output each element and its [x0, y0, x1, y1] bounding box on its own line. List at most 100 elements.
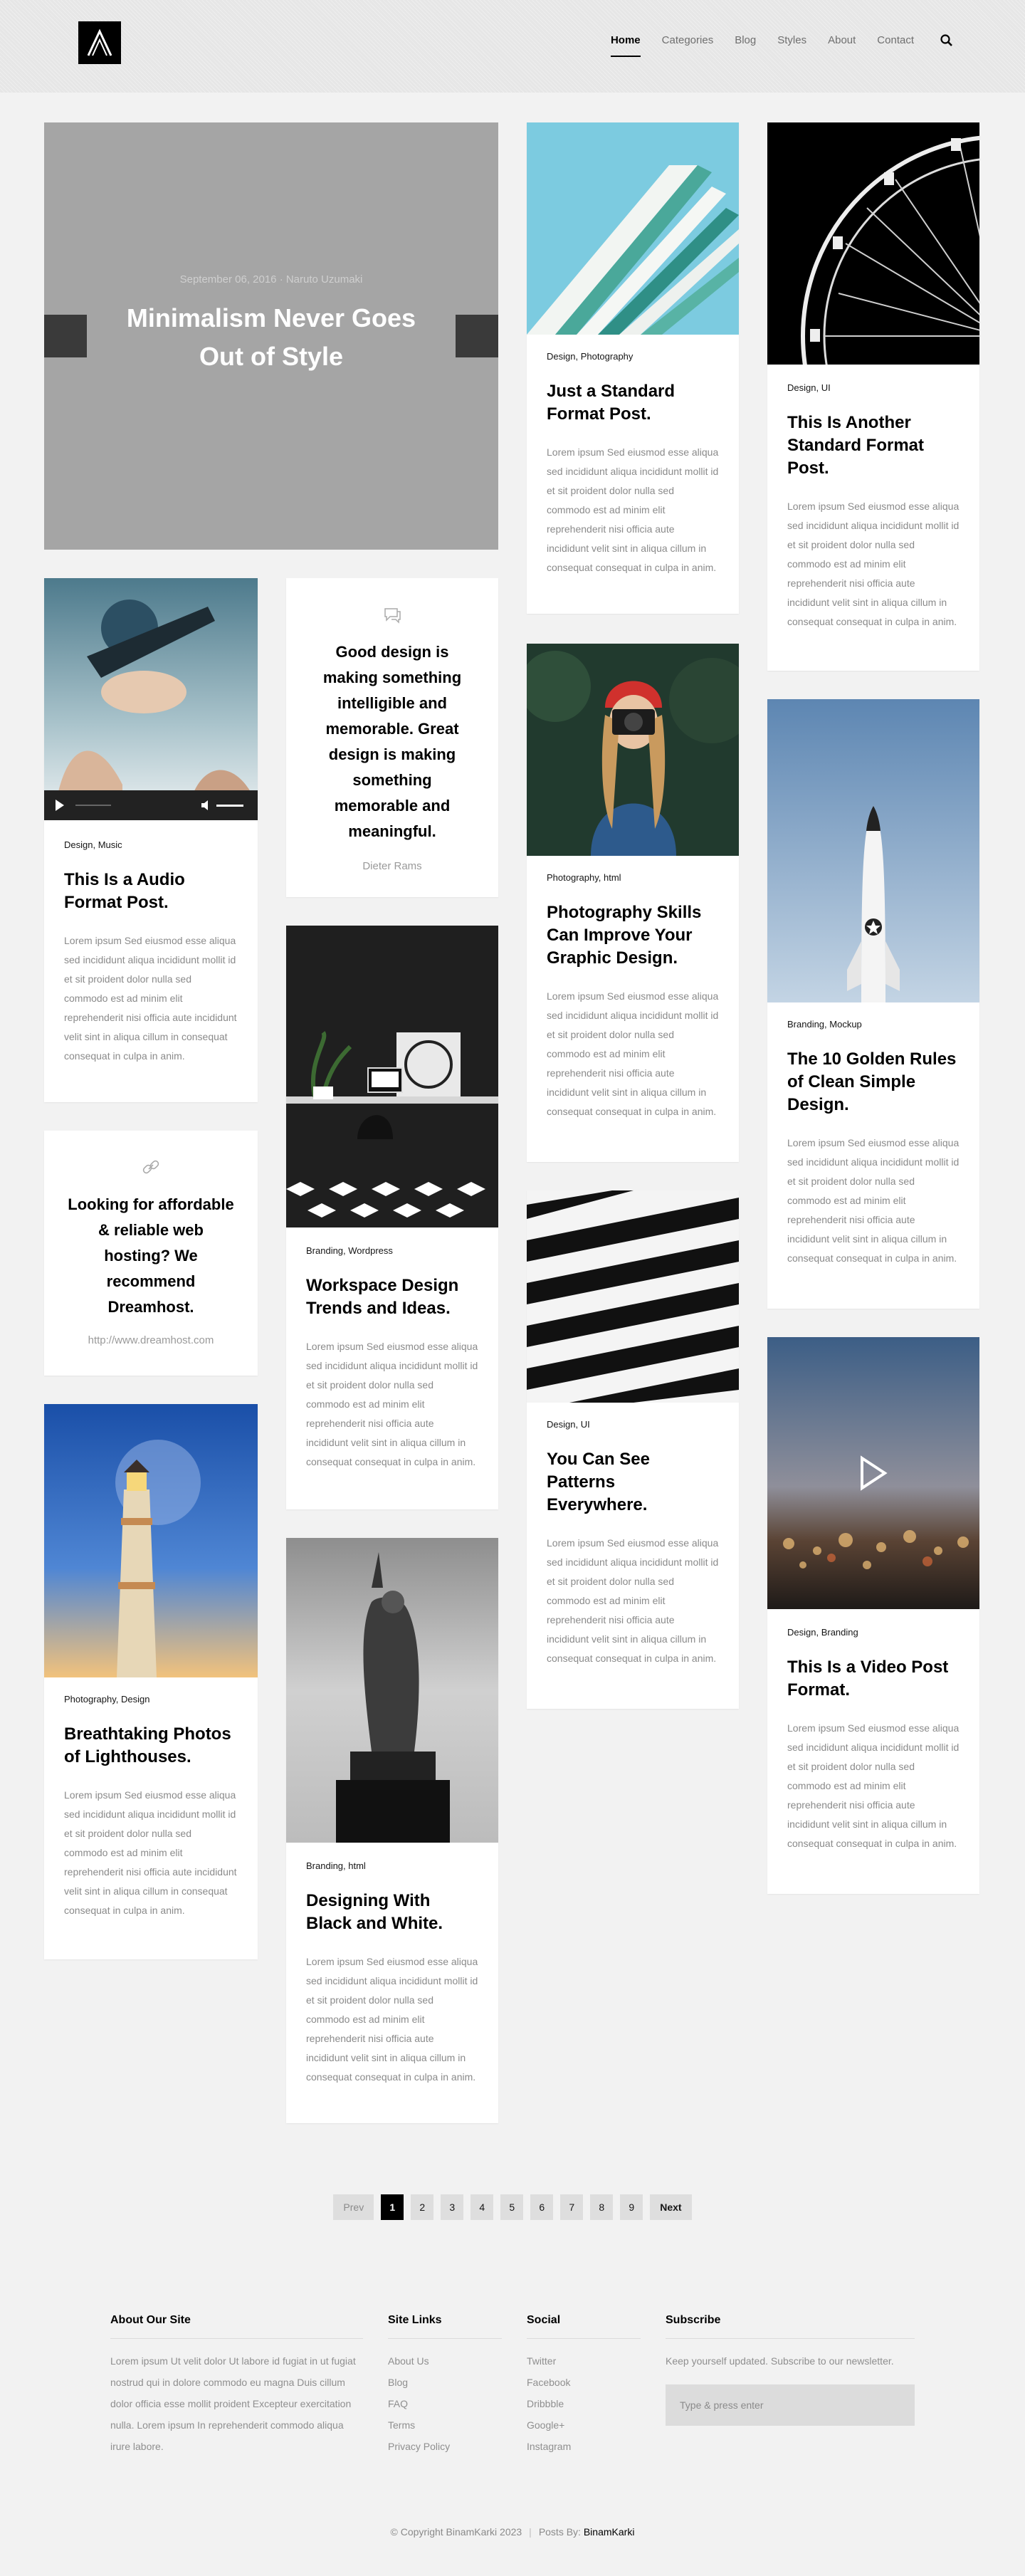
post-excerpt: Lorem ipsum Sed eiusmod esse aliqua sed … [547, 446, 719, 573]
post-card-standard[interactable]: Design, Photography Just a Standard Form… [527, 122, 739, 614]
social-link-google[interactable]: Google+ [527, 2414, 641, 2436]
pagination-page[interactable]: 8 [590, 2194, 614, 2220]
pagination-page[interactable]: 1 [381, 2194, 404, 2220]
footer-heading: Subscribe [666, 2314, 915, 2339]
nav-item-categories[interactable]: Categories [662, 31, 714, 50]
audio-player [44, 790, 258, 820]
post-card-workspace[interactable]: Branding, Wordpress Workspace Design Tre… [286, 926, 498, 1509]
main-nav: Home Categories Blog Styles About Contac… [589, 31, 954, 57]
post-categories[interactable]: Branding, html [306, 1860, 478, 1873]
post-title[interactable]: Workspace Design Trends and Ideas. [306, 1274, 478, 1320]
social-link-facebook[interactable]: Facebook [527, 2372, 641, 2393]
logo-mark-icon [87, 28, 112, 56]
post-excerpt: Lorem ipsum Sed eiusmod esse aliqua sed … [787, 1722, 960, 1849]
post-categories[interactable]: Branding, Mockup [787, 1018, 960, 1031]
footer-about-text: Lorem ipsum Ut velit dolor Ut labore id … [110, 2355, 356, 2452]
pagination-page[interactable]: 2 [411, 2194, 434, 2220]
footer-link[interactable]: Blog [388, 2372, 502, 2393]
post-excerpt: Lorem ipsum Sed eiusmod esse aliqua sed … [547, 990, 719, 1117]
site-footer: About Our Site Lorem ipsum Ut velit dolo… [0, 2264, 1025, 2576]
footer-link[interactable]: About Us [388, 2350, 502, 2372]
post-card-patterns[interactable]: Design, UI You Can See Patterns Everywhe… [527, 1190, 739, 1709]
site-logo[interactable] [78, 21, 121, 64]
photography-image [527, 644, 739, 856]
play-icon[interactable] [56, 800, 64, 811]
nav-item-home[interactable]: Home [610, 31, 641, 57]
footer-link[interactable]: FAQ [388, 2393, 502, 2414]
nav-item-styles[interactable]: Styles [777, 31, 806, 50]
post-card-another[interactable]: Design, UI This Is Another Standard Form… [767, 122, 979, 671]
copyright-text: © Copyright BinamKarki 2023 [390, 2526, 522, 2538]
post-categories[interactable]: Branding, Wordpress [306, 1245, 478, 1257]
post-categories[interactable]: Design, Photography [547, 350, 719, 363]
nav-item-contact[interactable]: Contact [877, 31, 914, 50]
footer-social: Social Twitter Facebook Dribbble Google+… [527, 2314, 641, 2457]
site-header: Home Categories Blog Styles About Contac… [0, 0, 1025, 93]
post-title[interactable]: Just a Standard Format Post. [547, 380, 719, 426]
post-card-quote[interactable]: Good design is making something intellig… [286, 578, 498, 897]
post-excerpt: Lorem ipsum Sed eiusmod esse aliqua sed … [787, 1137, 960, 1264]
pagination-page[interactable]: 5 [500, 2194, 524, 2220]
pagination-page[interactable]: 7 [560, 2194, 584, 2220]
post-excerpt: Lorem ipsum Sed eiusmod esse aliqua sed … [306, 1341, 478, 1467]
subscribe-email-input[interactable] [666, 2384, 915, 2426]
post-card-lighthouse[interactable]: Photography, Design Breathtaking Photos … [44, 1404, 258, 1959]
post-title[interactable]: This Is a Audio Format Post. [64, 869, 238, 914]
slider-next-button[interactable] [456, 315, 498, 357]
quote-icon [286, 604, 498, 629]
posts-by-label: Posts By: [538, 2526, 581, 2538]
post-card-photography[interactable]: Photography, html Photography Skills Can… [527, 644, 739, 1162]
post-categories[interactable]: Design, UI [547, 1418, 719, 1431]
featured-title[interactable]: Minimalism Never Goes Out of Style [101, 299, 441, 376]
link-url[interactable]: http://www.dreamhost.com [44, 1334, 258, 1346]
pagination-page[interactable]: 3 [441, 2194, 464, 2220]
post-title[interactable]: Designing With Black and White. [306, 1890, 478, 1935]
volume-slider[interactable] [216, 805, 243, 807]
social-link-twitter[interactable]: Twitter [527, 2350, 641, 2372]
play-icon[interactable] [859, 1455, 888, 1491]
pagination-page[interactable]: 4 [471, 2194, 494, 2220]
post-card-rules[interactable]: Branding, Mockup The 10 Golden Rules of … [767, 699, 979, 1309]
social-link-dribbble[interactable]: Dribbble [527, 2393, 641, 2414]
post-title[interactable]: This Is a Video Post Format. [787, 1656, 960, 1702]
quote-text: Good design is making something intellig… [322, 643, 462, 840]
posts-by-author-link[interactable]: BinamKarki [584, 2526, 635, 2538]
post-title[interactable]: Photography Skills Can Improve Your Grap… [547, 901, 719, 970]
post-categories[interactable]: Design, Music [64, 839, 238, 852]
video-thumbnail[interactable] [767, 1337, 979, 1609]
post-card-liberty[interactable]: Branding, html Designing With Black and … [286, 1538, 498, 2123]
post-card-video[interactable]: Design, Branding This Is a Video Post Fo… [767, 1337, 979, 1894]
footer-about: About Our Site Lorem ipsum Ut velit dolo… [110, 2314, 363, 2457]
nav-item-blog[interactable]: Blog [735, 31, 756, 50]
slider-prev-button[interactable] [44, 315, 87, 357]
footer-link[interactable]: Terms [388, 2414, 502, 2436]
pagination-prev[interactable]: Prev [333, 2194, 374, 2220]
post-title[interactable]: You Can See Patterns Everywhere. [547, 1448, 719, 1517]
footer-subscribe: Subscribe Keep yourself updated. Subscri… [666, 2314, 915, 2426]
post-card-link[interactable]: Looking for affordable & reliable web ho… [44, 1131, 258, 1376]
audio-progress-track[interactable] [75, 805, 111, 806]
volume-icon[interactable] [201, 800, 212, 810]
nav-item-about[interactable]: About [828, 31, 856, 50]
pagination-page[interactable]: 6 [530, 2194, 554, 2220]
post-categories[interactable]: Design, UI [787, 382, 960, 394]
link-icon [44, 1156, 258, 1181]
social-link-instagram[interactable]: Instagram [527, 2436, 641, 2457]
featured-slider[interactable]: September 06, 2016 · Naruto Uzumaki Mini… [44, 122, 498, 550]
post-excerpt: Lorem ipsum Sed eiusmod esse aliqua sed … [64, 935, 237, 1062]
post-title[interactable]: This Is Another Standard Format Post. [787, 412, 960, 480]
quote-source: Dieter Rams [362, 860, 422, 872]
standard-image [527, 122, 739, 335]
post-excerpt: Lorem ipsum Sed eiusmod esse aliqua sed … [64, 1789, 237, 1916]
pagination-next[interactable]: Next [650, 2194, 692, 2220]
post-title[interactable]: Breathtaking Photos of Lighthouses. [64, 1723, 238, 1769]
post-card-audio[interactable]: Design, Music This Is a Audio Format Pos… [44, 578, 258, 1102]
post-categories[interactable]: Photography, html [547, 871, 719, 884]
post-categories[interactable]: Design, Branding [787, 1626, 960, 1639]
search-icon[interactable] [940, 33, 954, 48]
post-title[interactable]: The 10 Golden Rules of Clean Simple Desi… [787, 1048, 960, 1116]
footer-link[interactable]: Privacy Policy [388, 2436, 502, 2457]
footer-heading: Social [527, 2314, 641, 2339]
post-categories[interactable]: Photography, Design [64, 1693, 238, 1706]
pagination-page[interactable]: 9 [620, 2194, 643, 2220]
